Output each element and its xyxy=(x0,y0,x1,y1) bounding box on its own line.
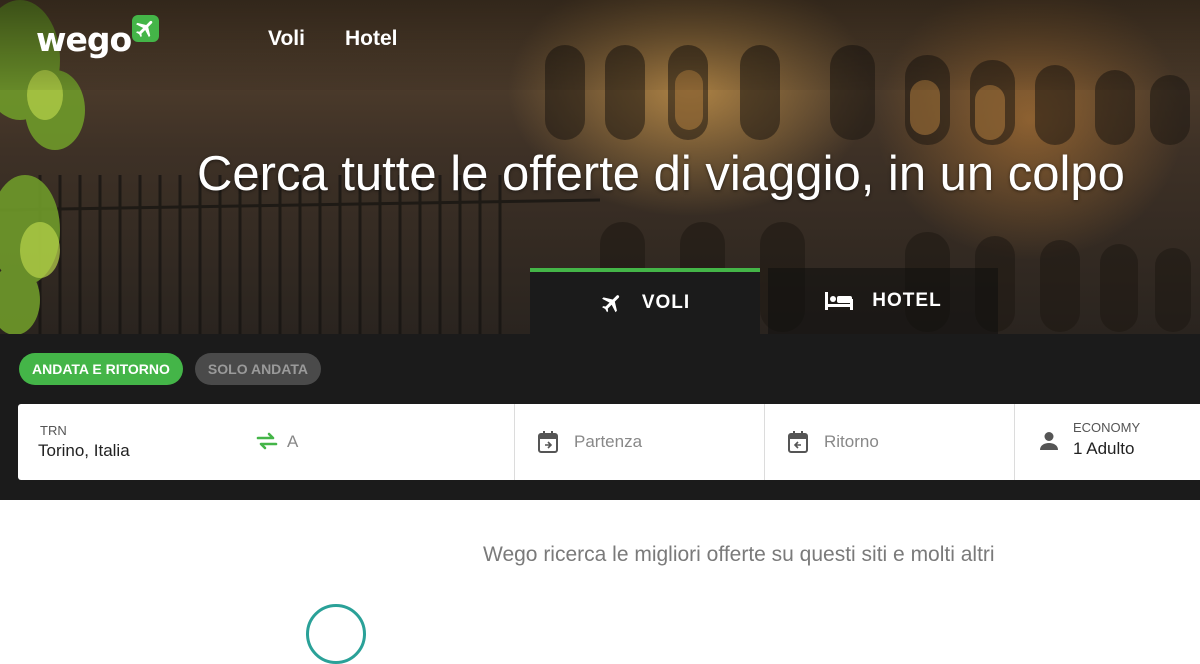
topbar-shade xyxy=(0,0,1200,90)
hero-headline: Cerca tutte le offerte di viaggio, in un… xyxy=(197,147,1125,201)
bed-icon xyxy=(824,290,854,312)
calendar-icon xyxy=(787,430,809,459)
round-trip-button[interactable]: ANDATA E RITORNO xyxy=(19,353,183,385)
origin-code: TRN xyxy=(40,423,67,438)
partners-tagline: Wego ricerca le migliori offerte su ques… xyxy=(483,543,995,566)
tab-hotels[interactable]: HOTEL xyxy=(768,268,998,334)
search-form: TRN Torino, Italia A Partenza Ritorno EC… xyxy=(18,404,1200,480)
tab-flights-label: VOLI xyxy=(641,292,691,313)
calendar-icon xyxy=(537,430,559,459)
wego-logo[interactable]: wego xyxy=(36,15,166,66)
return-date-field[interactable]: Ritorno xyxy=(765,404,1015,480)
nav-hotels-link[interactable]: Hotel xyxy=(345,27,398,51)
person-icon xyxy=(1039,431,1059,456)
hero-banner: wego Voli Hotel Cerca tutte le offerte d… xyxy=(0,0,1200,334)
departure-date-field[interactable]: Partenza xyxy=(515,404,765,480)
logo-airplane-icon xyxy=(132,15,159,42)
trip-type-toggle: ANDATA E RITORNO SOLO ANDATA xyxy=(19,353,321,385)
origin-city[interactable]: Torino, Italia xyxy=(38,441,130,461)
passengers-field[interactable]: ECONOMY 1 Adulto xyxy=(1015,404,1200,480)
origin-destination-field[interactable]: TRN Torino, Italia A xyxy=(18,404,515,480)
return-placeholder: Ritorno xyxy=(824,432,879,451)
airplane-icon xyxy=(600,291,624,315)
logo-text: wego xyxy=(36,20,132,59)
nav-flights-link[interactable]: Voli xyxy=(268,27,305,51)
departure-placeholder: Partenza xyxy=(574,432,643,451)
tab-hotels-label: HOTEL xyxy=(872,290,942,311)
search-panel: ANDATA E RITORNO SOLO ANDATA TRN Torino,… xyxy=(0,334,1200,500)
passenger-count: 1 Adulto xyxy=(1073,439,1135,458)
tab-flights[interactable]: VOLI xyxy=(530,268,760,334)
search-tabs: VOLI HOTEL xyxy=(530,268,998,334)
cabin-class: ECONOMY xyxy=(1073,420,1141,435)
one-way-button[interactable]: SOLO ANDATA xyxy=(194,353,321,385)
destination-input[interactable]: A xyxy=(287,432,298,452)
swap-arrows-icon[interactable] xyxy=(256,431,278,456)
partner-logo-circle xyxy=(306,604,366,664)
main-nav: Voli Hotel xyxy=(268,27,397,51)
